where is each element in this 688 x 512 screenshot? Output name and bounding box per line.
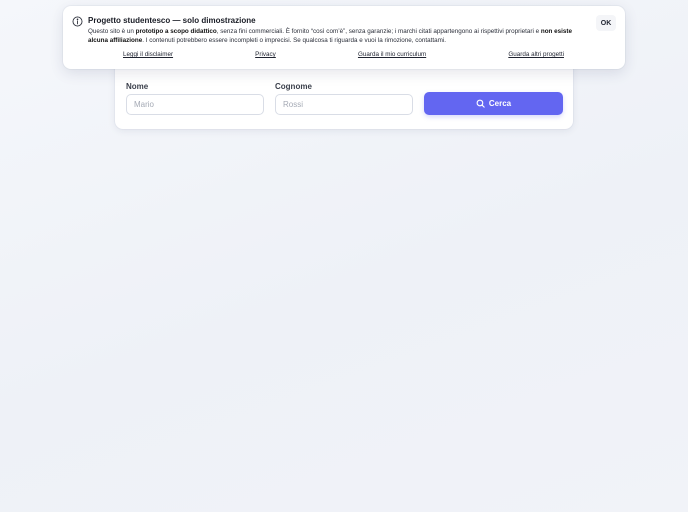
privacy-link[interactable]: Privacy [255, 51, 276, 58]
info-icon [72, 16, 83, 27]
banner-links: Leggi il disclaimer Privacy Guarda il mi… [88, 51, 597, 58]
other-projects-link[interactable]: Guarda altri progetti [508, 51, 564, 58]
first-name-input[interactable] [126, 94, 264, 115]
search-button[interactable]: Cerca [424, 92, 563, 115]
banner-title: Progetto studentesco — solo dimostrazion… [88, 16, 256, 25]
banner-text: Questo sito è un prototipo a scopo didat… [88, 27, 573, 46]
last-name-label: Cognome [275, 82, 312, 91]
banner-text-part: , senza fini commerciali. È fornito “cos… [216, 28, 541, 35]
search-icon [476, 99, 485, 108]
first-name-label: Nome [126, 82, 149, 91]
last-name-input[interactable] [275, 94, 413, 115]
search-button-label: Cerca [488, 99, 512, 108]
banner-text-part: . I contenuti potrebbero essere incomple… [142, 37, 447, 45]
banner-text-bold: prototipo a scopo didattico [135, 28, 217, 35]
disclaimer-banner: Progetto studentesco — solo dimostrazion… [63, 6, 625, 69]
page: Nome Cognome Cerca Progetto studentesco … [0, 0, 688, 512]
ok-button[interactable]: OK [596, 15, 616, 31]
disclaimer-link[interactable]: Leggi il disclaimer [123, 51, 173, 58]
curriculum-link[interactable]: Guarda il mio curriculum [358, 51, 426, 58]
banner-text-part: Questo sito è un [88, 28, 136, 35]
